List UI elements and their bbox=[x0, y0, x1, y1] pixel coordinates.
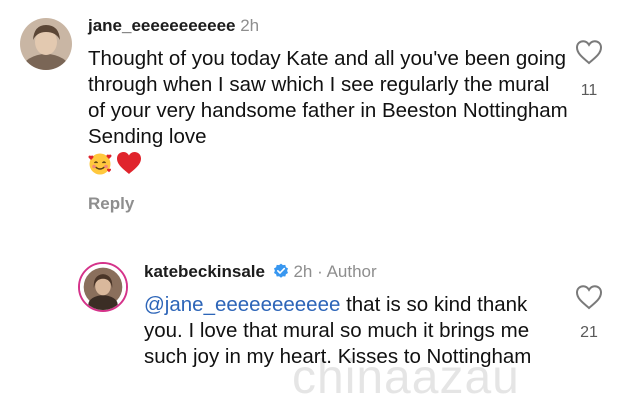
author-label: Author bbox=[326, 262, 377, 281]
comment-thread: jane_eeeeeeeeeee 2h Thought of you today… bbox=[0, 0, 634, 408]
smiling-face-with-hearts-icon bbox=[88, 153, 112, 175]
comment-time: 2h bbox=[240, 16, 260, 35]
reply-like-heart-icon[interactable] bbox=[574, 283, 604, 311]
reply-time: 2h bbox=[293, 262, 313, 281]
comment-emojis bbox=[87, 150, 143, 176]
avatar-jane[interactable] bbox=[20, 18, 72, 70]
comment-text: Thought of you today Kate and all you've… bbox=[88, 47, 568, 148]
reply-button[interactable]: Reply bbox=[88, 194, 134, 214]
comment-like-count: 11 bbox=[580, 82, 598, 99]
verified-badge-icon bbox=[273, 263, 289, 284]
comment-username[interactable]: jane_eeeeeeeeeee bbox=[88, 16, 235, 35]
reply-header: katebeckinsale 2h · Author bbox=[144, 262, 377, 284]
mention-link[interactable]: @jane_eeeeeeeeeee bbox=[144, 293, 340, 316]
reply-text: @jane_eeeeeeeeeee that is so kind thank … bbox=[144, 292, 544, 370]
avatar-katebeckinsale-image bbox=[80, 264, 126, 310]
like-heart-icon[interactable] bbox=[574, 38, 604, 66]
meta-separator: · bbox=[317, 262, 323, 281]
comment-header: jane_eeeeeeeeeee 2h bbox=[88, 16, 259, 36]
red-heart-icon bbox=[117, 152, 141, 174]
avatar-jane-image bbox=[20, 18, 72, 70]
avatar-katebeckinsale[interactable] bbox=[78, 262, 128, 312]
reply-username[interactable]: katebeckinsale bbox=[144, 262, 265, 281]
reply-like-count: 21 bbox=[580, 324, 598, 341]
